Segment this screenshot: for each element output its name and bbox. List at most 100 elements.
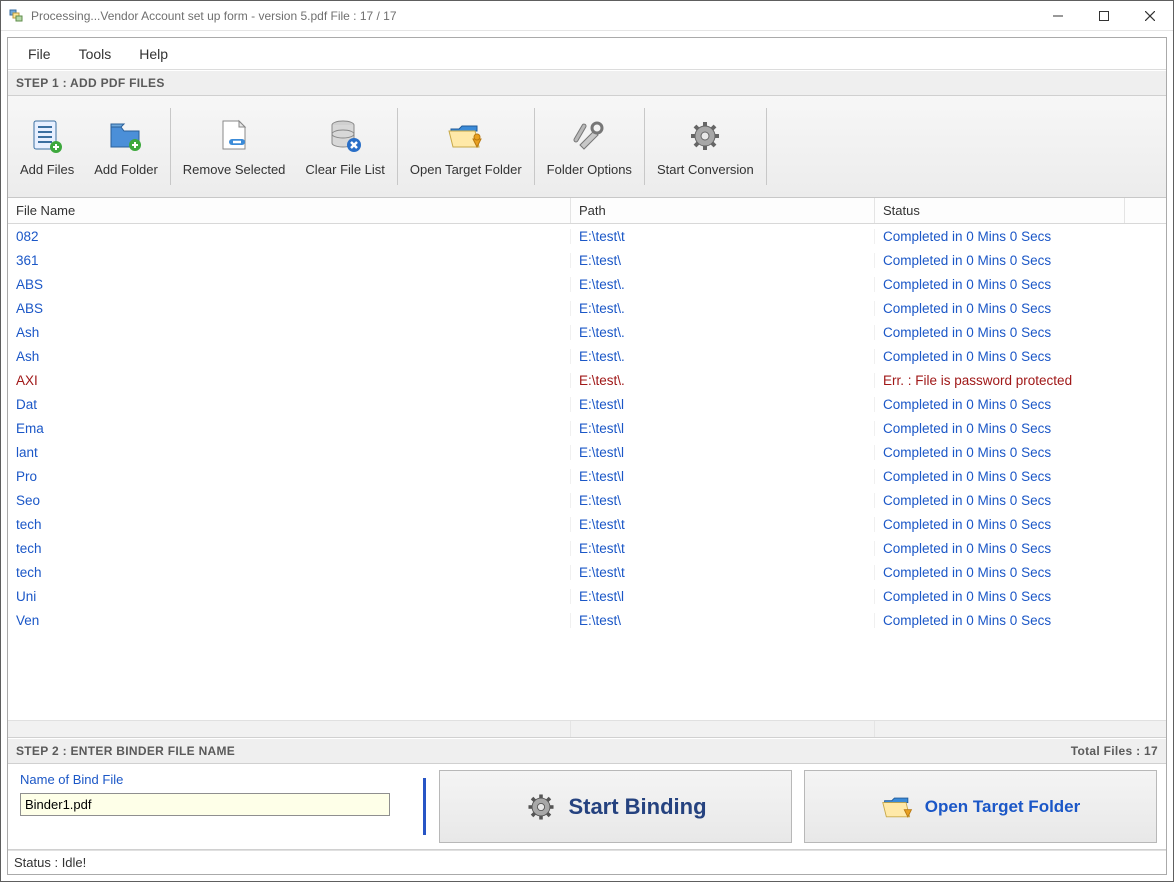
app-window: Processing...Vendor Account set up form … <box>0 0 1174 882</box>
vertical-divider <box>423 778 426 835</box>
cell-filename: Ash <box>8 325 571 340</box>
cell-path: E:\test\t <box>571 229 875 244</box>
database-delete-icon <box>325 116 365 156</box>
bind-file-input[interactable] <box>20 793 390 816</box>
bind-file-label: Name of Bind File <box>20 772 411 787</box>
menu-help[interactable]: Help <box>125 40 182 68</box>
cell-filename: AXI <box>8 373 571 388</box>
table-row[interactable]: SeoE:\test\Completed in 0 Mins 0 Secs <box>8 488 1166 512</box>
add-files-button[interactable]: Add Files <box>10 96 84 197</box>
cell-status: Completed in 0 Mins 0 Secs <box>875 517 1157 532</box>
start-binding-label: Start Binding <box>568 794 706 820</box>
open-target-label: Open Target Folder <box>410 162 522 177</box>
cell-path: E:\test\t <box>571 541 875 556</box>
cell-filename: ABS <box>8 301 571 316</box>
cell-status: Completed in 0 Mins 0 Secs <box>875 589 1157 604</box>
remove-selected-label: Remove Selected <box>183 162 286 177</box>
table-row[interactable]: VenE:\test\Completed in 0 Mins 0 Secs <box>8 608 1166 632</box>
open-target-folder-button[interactable]: Open Target Folder <box>400 96 532 197</box>
start-binding-button[interactable]: Start Binding <box>439 770 792 843</box>
step2-panel: Name of Bind File <box>8 764 1166 850</box>
add-files-label: Add Files <box>20 162 74 177</box>
table-row[interactable]: AshE:\test\.Completed in 0 Mins 0 Secs <box>8 344 1166 368</box>
open-target-big-label: Open Target Folder <box>925 797 1081 817</box>
cell-filename: Ema <box>8 421 571 436</box>
table-row[interactable]: ABSE:\test\.Completed in 0 Mins 0 Secs <box>8 296 1166 320</box>
clear-list-button[interactable]: Clear File List <box>295 96 394 197</box>
statusbar: Status : Idle! <box>8 850 1166 874</box>
cell-path: E:\test\. <box>571 349 875 364</box>
close-button[interactable] <box>1127 1 1173 31</box>
cell-filename: tech <box>8 565 571 580</box>
cell-filename: Ash <box>8 349 571 364</box>
remove-selected-button[interactable]: Remove Selected <box>173 96 296 197</box>
maximize-button[interactable] <box>1081 1 1127 31</box>
cell-path: E:\test\. <box>571 301 875 316</box>
cell-status: Completed in 0 Mins 0 Secs <box>875 565 1157 580</box>
cell-status: Completed in 0 Mins 0 Secs <box>875 541 1157 556</box>
table-row[interactable]: 082E:\test\tCompleted in 0 Mins 0 Secs <box>8 224 1166 248</box>
table-row[interactable]: techE:\test\tCompleted in 0 Mins 0 Secs <box>8 536 1166 560</box>
table-row[interactable]: 361E:\test\Completed in 0 Mins 0 Secs <box>8 248 1166 272</box>
minimize-button[interactable] <box>1035 1 1081 31</box>
cell-path: E:\test\l <box>571 421 875 436</box>
menu-tools[interactable]: Tools <box>65 40 126 68</box>
cell-filename: 082 <box>8 229 571 244</box>
table-row[interactable]: AshE:\test\.Completed in 0 Mins 0 Secs <box>8 320 1166 344</box>
folder-open-icon <box>881 790 915 824</box>
column-header-status[interactable]: Status <box>875 198 1125 223</box>
cell-filename: Seo <box>8 493 571 508</box>
add-folder-label: Add Folder <box>94 162 158 177</box>
toolbar: Add Files Add Folder <box>8 96 1166 198</box>
cell-status: Completed in 0 Mins 0 Secs <box>875 301 1157 316</box>
cell-path: E:\test\. <box>571 325 875 340</box>
table-row[interactable]: ProE:\test\lCompleted in 0 Mins 0 Secs <box>8 464 1166 488</box>
cell-status: Completed in 0 Mins 0 Secs <box>875 325 1157 340</box>
cell-filename: ABS <box>8 277 571 292</box>
cell-path: E:\test\ <box>571 253 875 268</box>
cell-status: Completed in 0 Mins 0 Secs <box>875 469 1157 484</box>
grid-body[interactable]: 082E:\test\tCompleted in 0 Mins 0 Secs36… <box>8 224 1166 720</box>
gear-icon <box>524 790 558 824</box>
cell-filename: tech <box>8 517 571 532</box>
gear-icon <box>685 116 725 156</box>
cell-filename: lant <box>8 445 571 460</box>
app-icon <box>9 8 25 24</box>
cell-status: Completed in 0 Mins 0 Secs <box>875 397 1157 412</box>
toolbar-separator <box>397 108 398 185</box>
table-row[interactable]: UniE:\test\lCompleted in 0 Mins 0 Secs <box>8 584 1166 608</box>
open-target-folder-big-button[interactable]: Open Target Folder <box>804 770 1157 843</box>
table-row[interactable]: lantE:\test\lCompleted in 0 Mins 0 Secs <box>8 440 1166 464</box>
table-row[interactable]: techE:\test\tCompleted in 0 Mins 0 Secs <box>8 560 1166 584</box>
cell-path: E:\test\l <box>571 445 875 460</box>
client-area: File Tools Help STEP 1 : ADD PDF FILES <box>7 37 1167 875</box>
toolbar-separator <box>644 108 645 185</box>
cell-filename: Pro <box>8 469 571 484</box>
grid-hscroll[interactable] <box>8 720 1166 737</box>
start-conversion-button[interactable]: Start Conversion <box>647 96 764 197</box>
cell-path: E:\test\l <box>571 469 875 484</box>
cell-filename: Ven <box>8 613 571 628</box>
table-row[interactable]: EmaE:\test\lCompleted in 0 Mins 0 Secs <box>8 416 1166 440</box>
cell-filename: tech <box>8 541 571 556</box>
total-files-label: Total Files : 17 <box>1071 744 1158 758</box>
menu-file[interactable]: File <box>14 40 65 68</box>
add-folder-button[interactable]: Add Folder <box>84 96 168 197</box>
folder-add-icon <box>106 116 146 156</box>
column-header-spacer <box>1125 198 1155 223</box>
cell-status: Completed in 0 Mins 0 Secs <box>875 277 1157 292</box>
table-row[interactable]: techE:\test\tCompleted in 0 Mins 0 Secs <box>8 512 1166 536</box>
menubar: File Tools Help <box>8 38 1166 70</box>
cell-status: Completed in 0 Mins 0 Secs <box>875 493 1157 508</box>
column-header-path[interactable]: Path <box>571 198 875 223</box>
clear-list-label: Clear File List <box>305 162 384 177</box>
file-grid: File Name Path Status 082E:\test\tComple… <box>8 198 1166 738</box>
step1-header-label: STEP 1 : ADD PDF FILES <box>16 76 165 90</box>
table-row[interactable]: DatE:\test\lCompleted in 0 Mins 0 Secs <box>8 392 1166 416</box>
folder-options-button[interactable]: Folder Options <box>537 96 642 197</box>
table-row[interactable]: ABSE:\test\.Completed in 0 Mins 0 Secs <box>8 272 1166 296</box>
cell-path: E:\test\. <box>571 277 875 292</box>
table-row[interactable]: AXIE:\test\.Err. : File is password prot… <box>8 368 1166 392</box>
file-remove-icon <box>214 116 254 156</box>
column-header-filename[interactable]: File Name <box>8 198 571 223</box>
